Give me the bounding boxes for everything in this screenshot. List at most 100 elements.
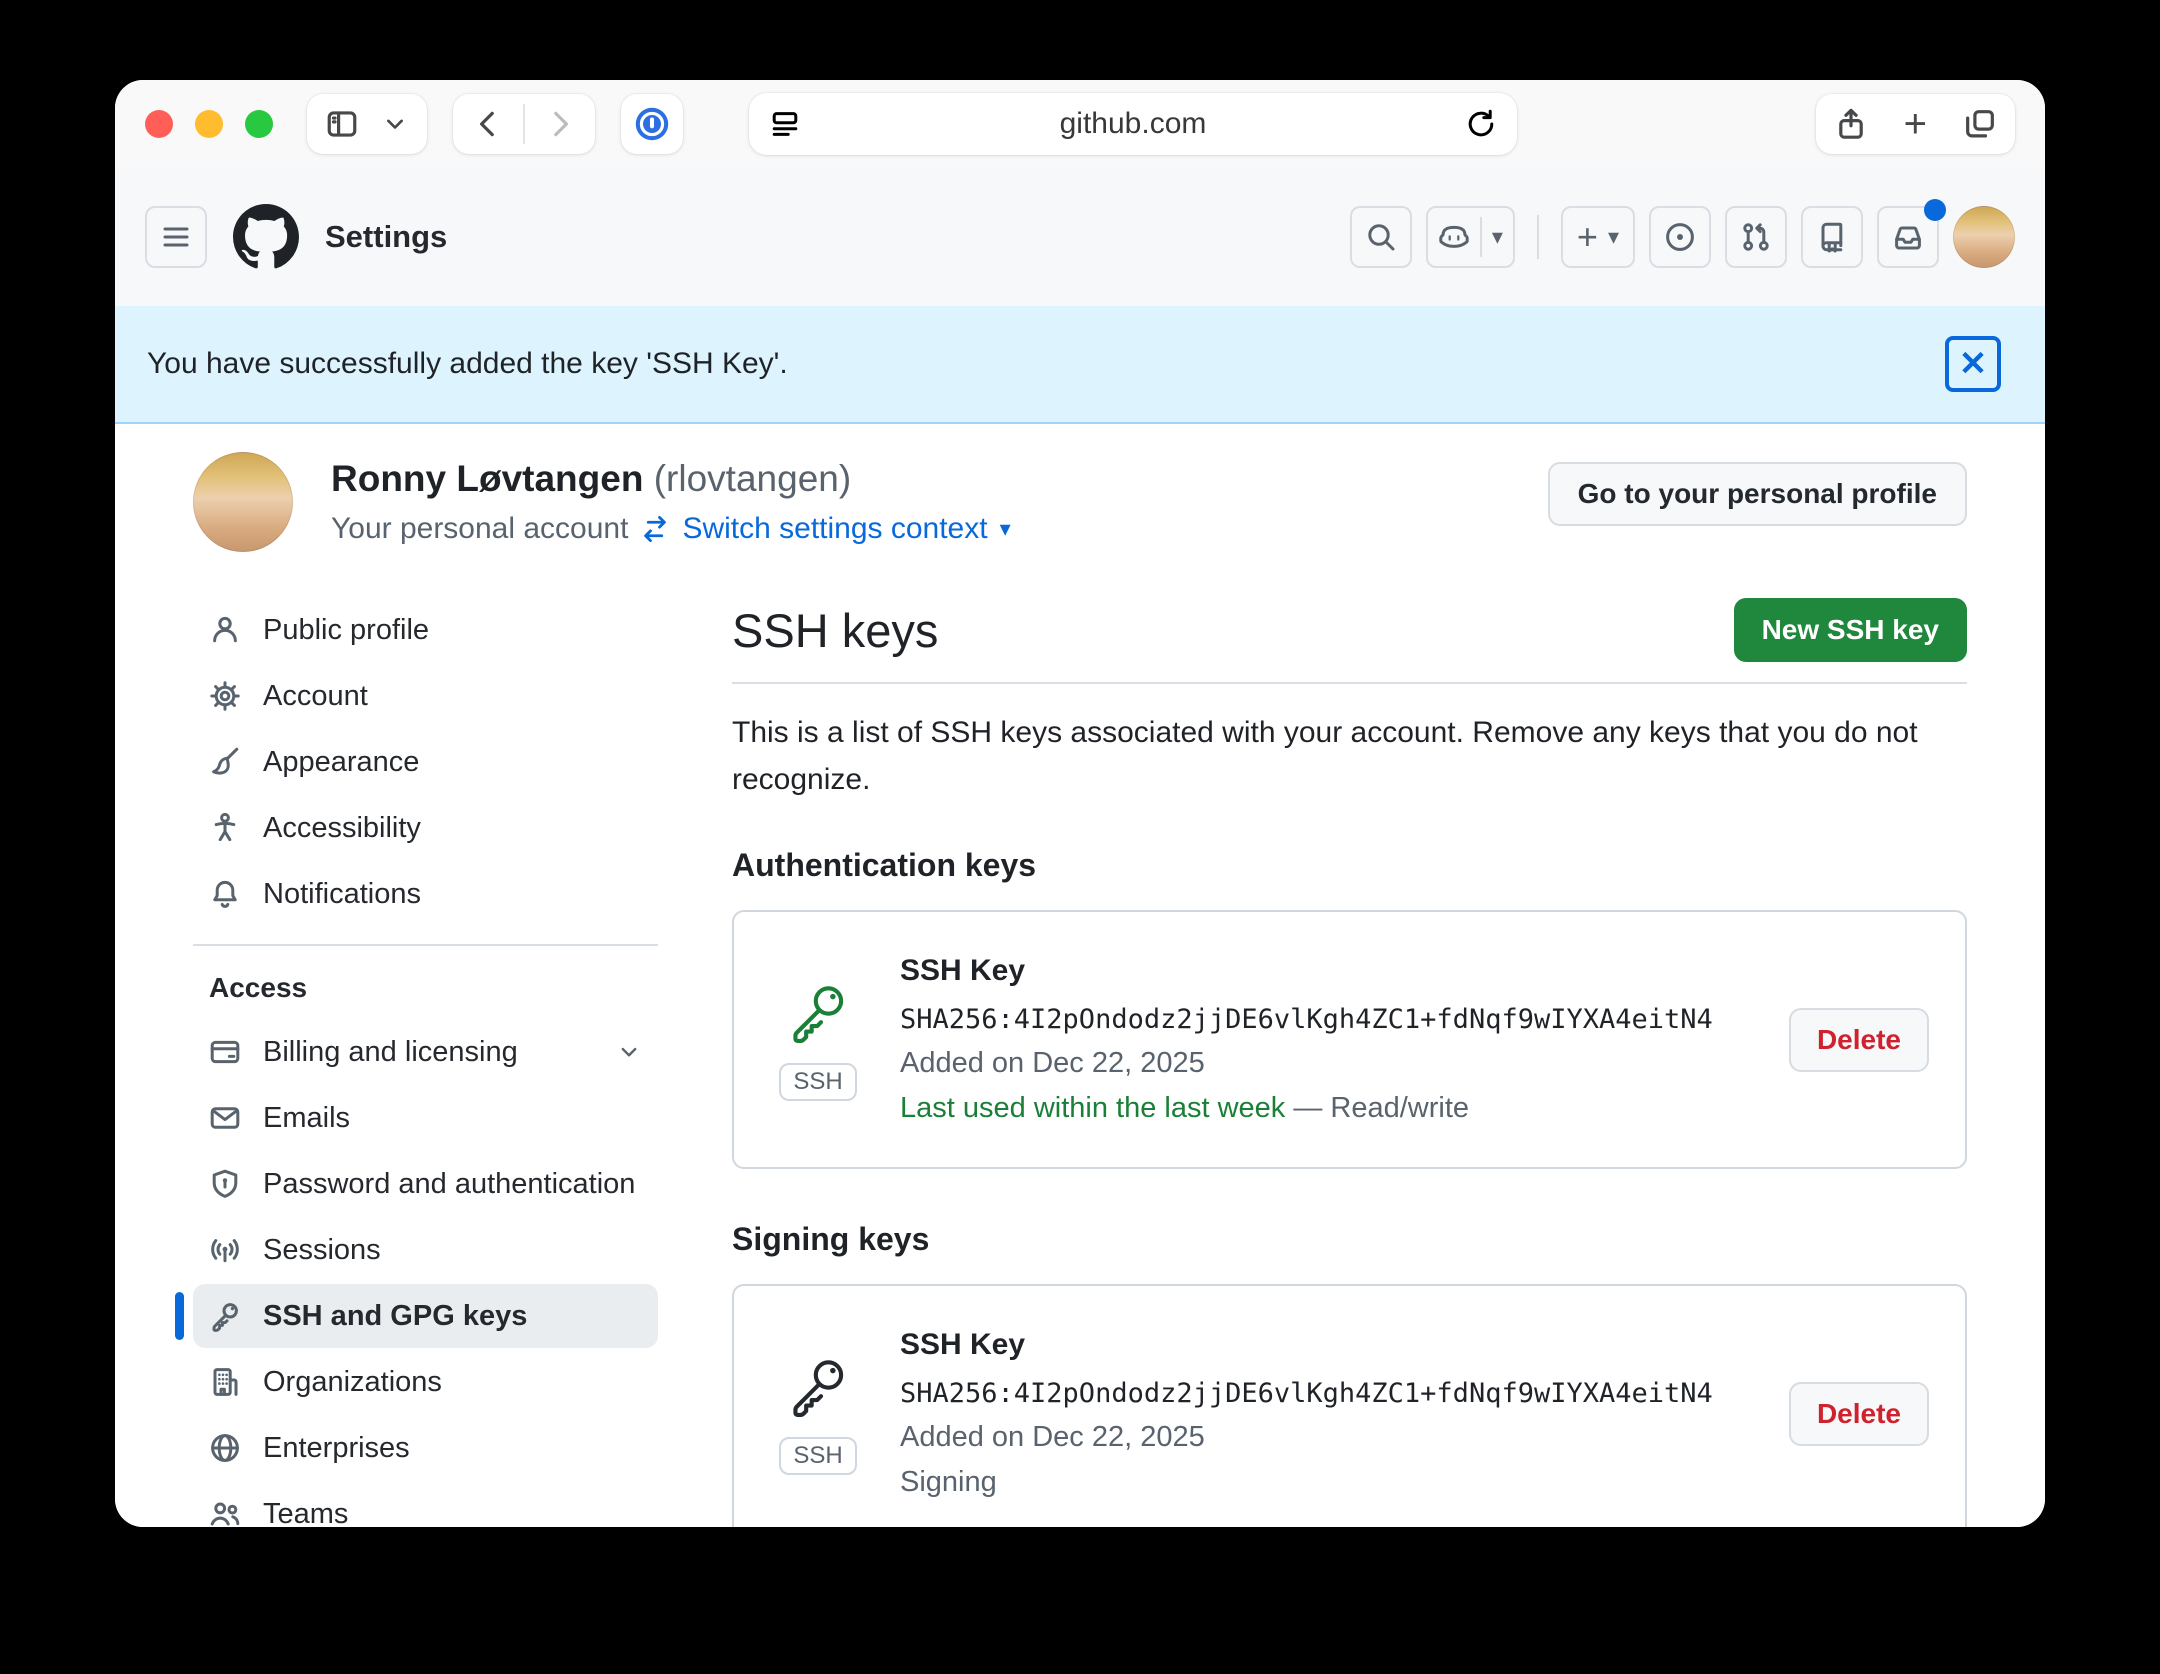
key-icon-column: SSH bbox=[770, 1353, 866, 1475]
tab-overview-button[interactable] bbox=[1945, 94, 2015, 154]
inbox-icon bbox=[1895, 226, 1921, 250]
sidebar-item-label: Organizations bbox=[263, 1365, 442, 1398]
copilot-icon bbox=[1439, 225, 1469, 248]
browser-window: github.com + Settings ▾ + ▾ You have suc… bbox=[115, 80, 2045, 1527]
sidebar-item-ssh-gpg-keys[interactable]: SSH and GPG keys bbox=[175, 1284, 658, 1348]
address-bar[interactable]: github.com bbox=[749, 93, 1517, 155]
issues-button[interactable] bbox=[1649, 206, 1711, 268]
profile-header: Ronny Løvtangen (rlovtangen) Your person… bbox=[193, 452, 1967, 552]
inbox-button[interactable] bbox=[1877, 199, 1946, 268]
key-added-date: Added on Dec 22, 2025 bbox=[900, 1421, 1205, 1453]
ssh-keys-header: SSH keys New SSH key bbox=[732, 598, 1967, 662]
ssh-keys-description: This is a list of SSH keys associated wi… bbox=[732, 716, 1918, 796]
sidebar-item-label: Password and authentication bbox=[263, 1167, 636, 1200]
key-fingerprint: SHA256:4I2pOndodz2jjDE6vlKgh4ZC1+fdNqf9w… bbox=[900, 1004, 1713, 1035]
create-new-button[interactable]: + ▾ bbox=[1560, 206, 1635, 268]
github-header-actions: ▾ + ▾ bbox=[1349, 199, 2015, 268]
switch-context-caret-icon[interactable]: ▾ bbox=[1000, 518, 1011, 540]
pull-requests-button[interactable] bbox=[1725, 206, 1787, 268]
people-icon bbox=[210, 1502, 240, 1526]
sidebar-toggle-button[interactable] bbox=[307, 94, 377, 154]
search-icon bbox=[1368, 224, 1395, 251]
ssh-key-card-signing: SSH SSH Key SHA256:4I2pOndodz2jjDE6vlKgh… bbox=[732, 1284, 1967, 1527]
ssh-badge: SSH bbox=[779, 1436, 857, 1475]
sidebar-item-billing[interactable]: Billing and licensing bbox=[193, 1020, 658, 1084]
sidebar-item-organizations[interactable]: Organizations bbox=[193, 1350, 658, 1414]
plus-icon: + bbox=[1903, 102, 1927, 146]
sidebar-item-sessions[interactable]: Sessions bbox=[193, 1218, 658, 1282]
page-settings-icon bbox=[772, 112, 798, 136]
copilot-caret-icon[interactable]: ▾ bbox=[1492, 226, 1503, 248]
flash-close-button[interactable]: ✕ bbox=[1945, 336, 2001, 392]
ssh-keys-title: SSH keys bbox=[732, 603, 939, 657]
new-ssh-key-button[interactable]: New SSH key bbox=[1733, 598, 1967, 662]
sidebar-item-public-profile[interactable]: Public profile bbox=[193, 598, 658, 662]
sidebar-item-enterprises[interactable]: Enterprises bbox=[193, 1416, 658, 1480]
delete-key-button[interactable]: Delete bbox=[1788, 1007, 1929, 1072]
key-details: SSH Key SHA256:4I2pOndodz2jjDE6vlKgh4ZC1… bbox=[900, 1328, 1755, 1499]
share-button[interactable] bbox=[1816, 94, 1886, 154]
sidebar-item-accessibility[interactable]: Accessibility bbox=[193, 796, 658, 860]
sidebar-item-appearance[interactable]: Appearance bbox=[193, 730, 658, 794]
password-extension-button[interactable] bbox=[621, 94, 683, 154]
key-icon bbox=[212, 1303, 238, 1332]
settings-sidebar: Public profile Account Appearance Access… bbox=[175, 598, 658, 1527]
back-button[interactable] bbox=[453, 94, 523, 154]
shield-lock-icon bbox=[212, 1169, 238, 1198]
repositories-button[interactable] bbox=[1801, 206, 1863, 268]
close-window-button[interactable] bbox=[145, 110, 173, 138]
minimize-window-button[interactable] bbox=[195, 110, 223, 138]
onepassword-icon bbox=[635, 107, 669, 141]
sidebar-item-label: Account bbox=[263, 679, 368, 712]
user-avatar[interactable] bbox=[1953, 206, 2015, 268]
profile-avatar[interactable] bbox=[193, 452, 293, 552]
sidebar-item-label: Teams bbox=[263, 1497, 349, 1528]
global-nav-menu-button[interactable] bbox=[145, 206, 207, 268]
search-button[interactable] bbox=[1349, 206, 1412, 268]
arrow-switch-icon bbox=[644, 515, 667, 543]
sidebar-divider bbox=[193, 944, 658, 946]
heading-divider bbox=[732, 682, 1967, 684]
sidebar-item-teams[interactable]: Teams bbox=[193, 1482, 658, 1527]
sidebar-item-account[interactable]: Account bbox=[193, 664, 658, 728]
ssh-key-icon bbox=[793, 1359, 844, 1417]
close-icon: ✕ bbox=[1958, 345, 1988, 383]
zoom-window-button[interactable] bbox=[245, 110, 273, 138]
gear-icon bbox=[210, 681, 240, 711]
sidebar-item-emails[interactable]: Emails bbox=[193, 1086, 658, 1150]
delete-key-button[interactable]: Delete bbox=[1788, 1381, 1929, 1446]
sidebar-item-notifications[interactable]: Notifications bbox=[193, 862, 658, 926]
create-new-caret-icon: ▾ bbox=[1607, 224, 1619, 249]
forward-icon bbox=[554, 111, 568, 137]
settings-content: Ronny Løvtangen (rlovtangen) Your person… bbox=[115, 424, 2045, 1527]
person-icon bbox=[213, 616, 237, 643]
github-header: Settings ▾ + ▾ bbox=[115, 168, 2045, 306]
sidebar-item-label: Billing and licensing bbox=[263, 1035, 518, 1068]
switch-context-link[interactable]: Switch settings context bbox=[682, 512, 987, 546]
forward-button[interactable] bbox=[525, 94, 595, 154]
new-tab-button[interactable]: + bbox=[1886, 94, 1945, 154]
sidebar-item-label: Enterprises bbox=[263, 1431, 410, 1464]
go-to-profile-button[interactable]: Go to your personal profile bbox=[1547, 462, 1967, 526]
sidebar-item-label: SSH and GPG keys bbox=[263, 1299, 528, 1332]
sidebar-item-password-authentication[interactable]: Password and authentication bbox=[193, 1152, 658, 1216]
key-status: Last used within the last week — Read/wr… bbox=[900, 1092, 1755, 1125]
chevron-down-icon bbox=[387, 119, 403, 129]
reload-icon[interactable] bbox=[1465, 108, 1497, 140]
key-added-date: Added on Dec 22, 2025 bbox=[900, 1047, 1205, 1079]
nav-buttons bbox=[453, 94, 595, 154]
flash-message: You have successfully added the key 'SSH… bbox=[147, 347, 788, 380]
copilot-button[interactable]: ▾ bbox=[1425, 206, 1515, 268]
settings-columns: Public profile Account Appearance Access… bbox=[175, 598, 1967, 1527]
key-usage: Signing bbox=[900, 1466, 997, 1498]
profile-name: Ronny Løvtangen (rlovtangen) bbox=[331, 452, 1011, 500]
notification-dot bbox=[1924, 199, 1946, 221]
ssh-badge: SSH bbox=[779, 1062, 857, 1101]
git-pull-request-icon bbox=[1743, 223, 1769, 251]
url-text: github.com bbox=[1059, 107, 1207, 140]
github-logo[interactable] bbox=[233, 204, 299, 270]
ssh-key-icon bbox=[793, 985, 844, 1043]
sidebar-item-label: Sessions bbox=[263, 1233, 381, 1266]
sidebar-menu-button[interactable] bbox=[377, 94, 427, 154]
paintbrush-icon bbox=[212, 747, 239, 775]
